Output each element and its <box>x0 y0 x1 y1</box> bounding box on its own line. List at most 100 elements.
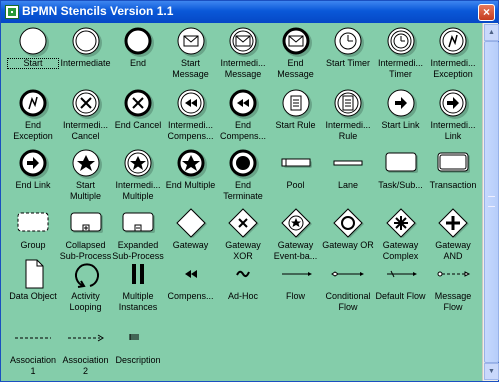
stencil-label: Intermedi... Rule <box>325 120 371 141</box>
stencil-conditional-flow[interactable]: Conditional Flow <box>322 259 374 321</box>
app-icon <box>5 5 19 19</box>
association-1-icon <box>7 323 59 353</box>
stencil-start-link[interactable]: Start Link <box>375 88 427 150</box>
stencil-compensation[interactable]: Compens... <box>165 259 217 321</box>
stencil-activity-looping[interactable]: Activity Looping <box>60 259 112 321</box>
stencil-start-multiple[interactable]: Start Multiple <box>60 148 112 210</box>
stencil-label: End Exception <box>13 120 53 141</box>
start-rule-icon <box>270 88 322 119</box>
stencil-label: Compens... <box>167 291 214 301</box>
intermediate-rule-icon <box>322 88 374 119</box>
stencil-end-multiple[interactable]: End Multiple <box>165 148 217 210</box>
stencil-label: Association 2 <box>62 355 109 376</box>
stencil-lane[interactable]: Lane <box>322 148 374 210</box>
collapsed-subprocess-icon <box>60 208 112 238</box>
intermediate-message-icon <box>217 26 269 57</box>
start-message-icon <box>165 26 217 57</box>
stencil-end-event[interactable]: End <box>112 26 164 88</box>
stencil-description[interactable]: Description <box>112 323 164 385</box>
stencil-intermediate-rule[interactable]: Intermedi... Rule <box>322 88 374 150</box>
stencil-pool[interactable]: Pool <box>270 148 322 210</box>
scroll-up-button[interactable]: ▲ <box>484 24 499 41</box>
stencil-start-message[interactable]: Start Message <box>165 26 217 88</box>
task-icon <box>375 148 427 178</box>
intermediate-timer-icon <box>375 26 427 57</box>
stencil-intermediate-multiple[interactable]: Intermedi... Multiple <box>112 148 164 210</box>
stencil-label: Default Flow <box>375 291 426 301</box>
stencil-default-flow[interactable]: Default Flow <box>375 259 427 321</box>
scroll-grip <box>488 196 495 207</box>
stencil-label: Conditional Flow <box>325 291 371 312</box>
title-bar[interactable]: BPMN Stencils Version 1.1 × <box>1 1 498 23</box>
stencil-ad-hoc[interactable]: Ad-Hoc <box>217 259 269 321</box>
stencil-label: Message Flow <box>434 291 472 312</box>
vertical-scrollbar[interactable]: ▲ ▼ <box>482 23 499 381</box>
stencil-label: Intermedi... Exception <box>430 58 476 79</box>
stencil-start-timer[interactable]: Start Timer <box>322 26 374 88</box>
stencil-end-message[interactable]: End Message <box>270 26 322 88</box>
stencil-label: Task/Sub... <box>378 180 423 190</box>
stencil-end-exception[interactable]: End Exception <box>7 88 59 150</box>
stencil-association-1[interactable]: Association 1 <box>7 323 59 385</box>
stencil-end-compensation[interactable]: End Compens... <box>217 88 269 150</box>
stencil-label: Intermedi... Timer <box>377 58 424 79</box>
stencil-end-terminate[interactable]: End Terminate <box>217 148 269 210</box>
stencil-multiple-instances[interactable]: Multiple Instances <box>112 259 164 321</box>
stencil-label: Association 1 <box>9 355 57 376</box>
association-2-icon <box>60 323 112 353</box>
stencil-label: End Multiple <box>165 180 216 190</box>
stencil-association-2[interactable]: Association 2 <box>60 323 112 385</box>
flow-icon <box>270 259 322 289</box>
stencil-label: Gateway <box>172 240 209 250</box>
close-button[interactable]: × <box>478 4 495 21</box>
stencil-label: Activity Looping <box>69 291 102 312</box>
stencil-window: BPMN Stencils Version 1.1 × Start Interme… <box>0 0 499 382</box>
stencil-transaction[interactable]: Transaction <box>427 148 479 210</box>
stencil-label: Transaction <box>429 180 477 190</box>
stencil-label: Start Message <box>172 58 209 79</box>
end-terminate-icon <box>217 148 269 179</box>
end-exception-icon <box>7 88 59 119</box>
end-event-icon <box>112 26 164 57</box>
stencil-end-cancel[interactable]: End Cancel <box>112 88 164 150</box>
expanded-subprocess-icon <box>112 208 164 238</box>
conditional-flow-icon <box>322 259 374 289</box>
stencil-start-event[interactable]: Start <box>7 26 59 88</box>
stencil-flow[interactable]: Flow <box>270 259 322 321</box>
stencil-end-link[interactable]: End Link <box>7 148 59 210</box>
stencil-label: End Cancel <box>114 120 162 130</box>
transaction-icon <box>427 148 479 178</box>
stencil-message-flow[interactable]: Message Flow <box>427 259 479 321</box>
stencil-label: End Link <box>15 180 51 190</box>
scroll-down-button[interactable]: ▼ <box>484 363 499 380</box>
stencil-label: End Terminate <box>223 180 263 201</box>
stencil-label: Multiple Instances <box>118 291 158 312</box>
compensation-icon <box>165 259 217 289</box>
intermediate-cancel-icon <box>60 88 112 119</box>
stencil-start-rule[interactable]: Start Rule <box>270 88 322 150</box>
stencil-intermediate-exception[interactable]: Intermedi... Exception <box>427 26 479 88</box>
window-title: BPMN Stencils Version 1.1 <box>22 4 174 18</box>
stencil-task[interactable]: Task/Sub... <box>375 148 427 210</box>
intermediate-multiple-icon <box>112 148 164 179</box>
gateway-complex-icon <box>375 208 427 238</box>
stencil-intermediate-link[interactable]: Intermedi... Link <box>427 88 479 150</box>
gateway-icon <box>165 208 217 238</box>
stencil-intermediate-message[interactable]: Intermedi... Message <box>217 26 269 88</box>
stencil-intermediate-compensation[interactable]: Intermedi... Compens... <box>165 88 217 150</box>
stencil-label: Flow <box>285 291 305 301</box>
stencil-label: Pool <box>286 180 305 190</box>
scroll-thumb[interactable] <box>484 41 499 363</box>
stencil-intermediate-cancel[interactable]: Intermedi... Cancel <box>60 88 112 150</box>
stencil-label: Gateway OR <box>322 240 374 250</box>
data-object-icon <box>7 259 59 289</box>
intermediate-exception-icon <box>427 26 479 57</box>
stencil-intermediate-timer[interactable]: Intermedi... Timer <box>375 26 427 88</box>
end-message-icon <box>270 26 322 57</box>
intermediate-compensation-icon <box>165 88 217 119</box>
stencil-label: Start Multiple <box>69 180 101 201</box>
stencil-data-object[interactable]: Data Object <box>7 259 59 321</box>
stencil-label: Start Rule <box>275 120 316 130</box>
gateway-and-icon <box>427 208 479 238</box>
stencil-intermediate-event[interactable]: Intermediate <box>60 26 112 88</box>
